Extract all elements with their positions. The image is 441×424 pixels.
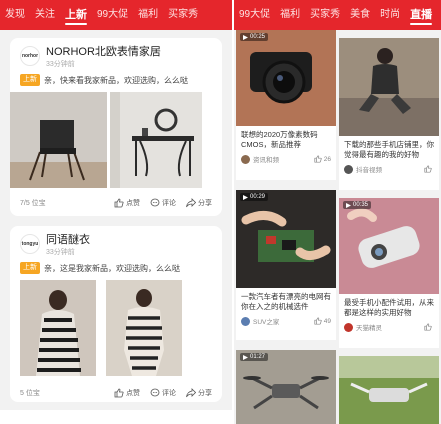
left-tab-bar: 发现 关注 上新 99大促 福利 买家秀 xyxy=(0,0,232,30)
feed-card[interactable]: 01:27 xyxy=(236,350,336,424)
author-name[interactable]: SUV之家 xyxy=(253,316,279,326)
like-button[interactable]: 点赞 xyxy=(114,198,140,208)
post-photos xyxy=(10,280,222,376)
product-photo[interactable] xyxy=(106,280,182,376)
play-icon xyxy=(346,202,351,208)
product-photo[interactable] xyxy=(20,280,96,376)
comment-button[interactable]: 评论 xyxy=(150,198,176,208)
avatar[interactable] xyxy=(241,154,250,164)
avatar[interactable] xyxy=(344,164,353,174)
feed-thumbnail[interactable] xyxy=(339,38,439,136)
feed-thumbnail[interactable]: 00:35 xyxy=(339,198,439,294)
post-photos xyxy=(10,92,222,188)
video-duration-badge: 00:35 xyxy=(343,201,372,209)
shop-name[interactable]: NORHOR北欧表情家居 xyxy=(46,46,161,59)
tab-99-promo[interactable]: 99大促 xyxy=(234,0,275,30)
tab-buyer-show[interactable]: 买家秀 xyxy=(305,0,345,30)
feed-card[interactable]: 00:35 最受手机小配件试用，从来都是这样的实用好物 天猫精灵 xyxy=(339,198,439,348)
feed-thumbnail[interactable] xyxy=(339,356,439,424)
comment-button[interactable]: 评论 xyxy=(150,388,176,398)
thumb-up-icon xyxy=(114,198,124,208)
next-card-peek xyxy=(0,410,232,424)
share-button[interactable]: 分享 xyxy=(186,388,212,398)
feed-title: 下载的那些手机店铺里，你觉得最有趣的我的好物 xyxy=(344,140,434,159)
avatar[interactable] xyxy=(344,322,353,332)
play-icon xyxy=(243,354,248,360)
feed-title: 一款汽车者有漂亮的电网有你在入之的机械选件 xyxy=(241,292,331,311)
like-count[interactable]: 49 xyxy=(314,317,331,325)
new-badge: 上新 xyxy=(20,262,40,274)
author-name[interactable]: 天猫精灵 xyxy=(356,322,382,332)
right-panel: 99大促 福利 买家秀 美食 时尚 直播 00:25 联想的2020万像素数码C… xyxy=(234,0,441,424)
author-name[interactable]: 资讯和频 xyxy=(253,154,279,164)
feed-card[interactable]: 下载的那些手机店铺里，你觉得最有趣的我的好物 抖音视频 xyxy=(339,38,439,190)
post-text: 亲，快来看我家新品，欢迎选购，么么哒 xyxy=(44,75,188,85)
play-icon xyxy=(243,34,248,40)
thumb-up-icon xyxy=(424,165,432,173)
feed-card[interactable] xyxy=(339,356,439,424)
share-icon xyxy=(186,388,196,398)
comment-icon xyxy=(150,388,160,397)
feed-thumbnail[interactable]: 01:27 xyxy=(236,350,336,424)
post-time: 33分钟前 xyxy=(46,249,75,256)
like-button[interactable]: 点赞 xyxy=(114,388,140,398)
comment-icon xyxy=(150,198,160,207)
image-count: 7/5 位宝 xyxy=(20,200,46,207)
shop-logo[interactable]: norhor xyxy=(20,46,40,66)
tab-welfare[interactable]: 福利 xyxy=(133,0,163,30)
thumb-up-icon xyxy=(424,323,432,331)
like-count[interactable] xyxy=(424,323,434,331)
product-photo[interactable] xyxy=(110,92,202,188)
feed-title: 联想的2020万像素数码CMOS，新品推荐 xyxy=(241,130,318,149)
tab-fashion[interactable]: 时尚 xyxy=(375,0,405,30)
feed-title: 最受手机小配件试用，从来都是这样的实用好物 xyxy=(344,298,434,317)
feed-thumbnail[interactable]: 00:25 xyxy=(236,30,336,126)
post-time: 33分钟前 xyxy=(46,61,75,68)
shop-logo[interactable]: tongyu xyxy=(20,234,40,254)
post-card[interactable]: norhor NORHOR北欧表情家居 33分钟前 上新 亲，快来看我家新品，欢… xyxy=(10,38,222,216)
left-panel: 发现 关注 上新 99大促 福利 买家秀 norhor NORHOR北欧表情家居… xyxy=(0,0,232,424)
feed-thumbnail[interactable]: 00:29 xyxy=(236,190,336,288)
thumb-up-icon xyxy=(314,317,322,325)
post-card[interactable]: tongyu 同语醚衣 33分钟前 上新 亲，这是我家新品，欢迎选购，么么哒 5… xyxy=(10,226,222,402)
tab-99-promo[interactable]: 99大促 xyxy=(92,0,133,30)
tab-follow[interactable]: 关注 xyxy=(30,0,60,30)
thumb-up-icon xyxy=(314,155,322,163)
tab-discover[interactable]: 发现 xyxy=(0,0,30,30)
product-photo[interactable] xyxy=(10,92,107,188)
new-badge: 上新 xyxy=(20,74,40,86)
post-text: 亲，这是我家新品，欢迎选购，么么哒 xyxy=(44,263,180,273)
tab-live[interactable]: 直播 xyxy=(405,0,437,30)
video-duration-badge: 00:25 xyxy=(240,33,269,41)
image-count: 5 位宝 xyxy=(20,390,40,397)
play-icon xyxy=(243,194,248,200)
tab-welfare[interactable]: 福利 xyxy=(275,0,305,30)
share-icon xyxy=(186,198,196,208)
shop-name[interactable]: 同语醚衣 xyxy=(46,234,90,247)
tab-new-arrivals[interactable]: 上新 xyxy=(60,0,92,30)
right-tab-bar: 99大促 福利 买家秀 美食 时尚 直播 xyxy=(234,0,441,30)
avatar[interactable] xyxy=(241,316,250,326)
video-duration-badge: 01:27 xyxy=(240,353,269,361)
like-count[interactable] xyxy=(424,165,434,173)
tab-buyer-show[interactable]: 买家秀 xyxy=(163,0,203,30)
feed-card[interactable]: 00:25 联想的2020万像素数码CMOS，新品推荐 资讯和频 26 xyxy=(236,30,336,180)
feed-card[interactable]: 00:29 一款汽车者有漂亮的电网有你在入之的机械选件 SUV之家 49 xyxy=(236,190,336,340)
author-name[interactable]: 抖音视频 xyxy=(356,164,382,174)
share-button[interactable]: 分享 xyxy=(186,198,212,208)
tab-food[interactable]: 美食 xyxy=(345,0,375,30)
thumb-up-icon xyxy=(114,388,124,398)
like-count[interactable]: 26 xyxy=(314,155,331,163)
video-duration-badge: 00:29 xyxy=(240,193,269,201)
